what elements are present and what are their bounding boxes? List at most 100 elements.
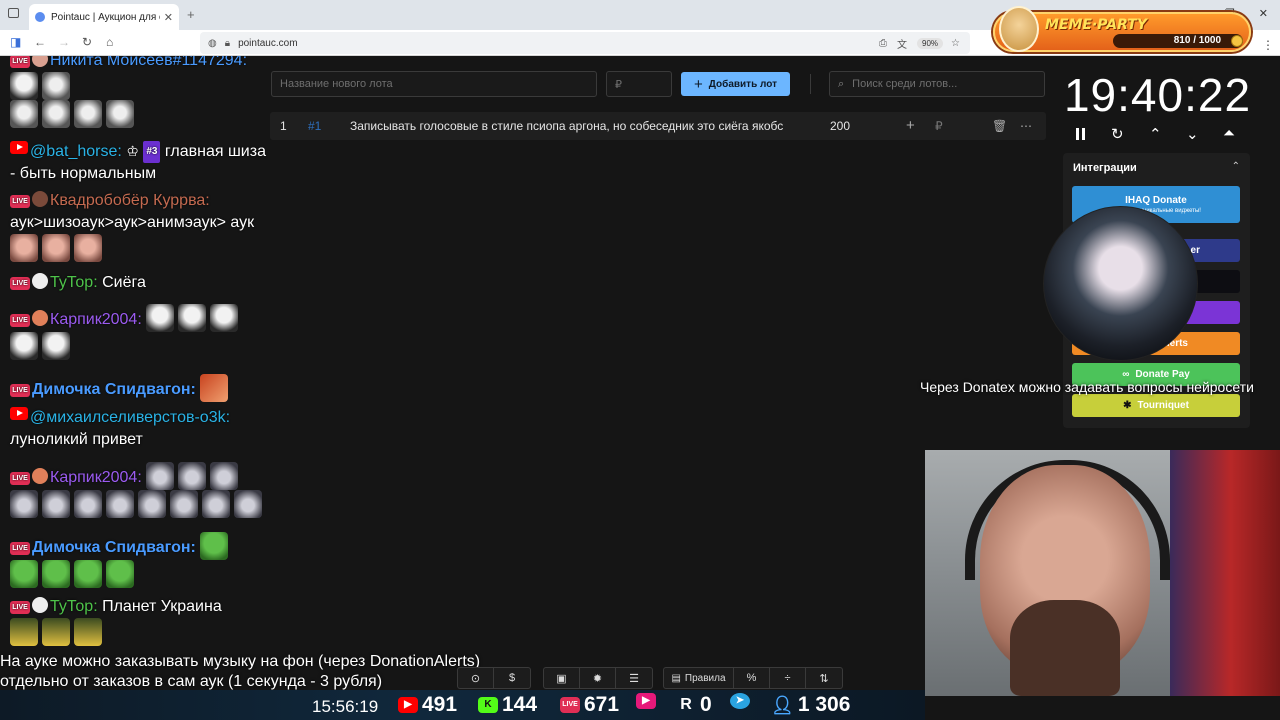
actions-toolbar: ▣ ✹ ☰ — [543, 667, 653, 689]
more-options-icon[interactable]: ⋯ — [1020, 119, 1032, 133]
split-icon[interactable]: ÷ — [770, 668, 806, 688]
emote-icon — [74, 618, 102, 646]
emote-icon — [138, 490, 166, 518]
live-badge-icon: LIVE — [10, 195, 30, 208]
timer-up-icon[interactable]: ⌃ — [1149, 125, 1162, 143]
bookmark-star-icon[interactable]: ☆ — [951, 38, 960, 49]
zoom-level[interactable]: 90% — [917, 37, 944, 49]
address-bar[interactable]: ◍ 🔒︎ pointauc.com ⎙ 文 90% ☆ — [200, 32, 970, 54]
twitch-count: 671 — [584, 693, 620, 716]
kick-icon: K — [478, 697, 498, 713]
new-lot-name-input[interactable]: Название нового лота — [271, 71, 597, 97]
telegram-indicator: ➤ — [730, 693, 750, 709]
wall-flag — [1170, 450, 1280, 696]
play-icon: ▶ — [636, 693, 656, 709]
tab-list-icon[interactable] — [8, 8, 19, 18]
lot-currency-input[interactable]: ₽ — [935, 119, 943, 133]
user-avatar-icon — [32, 468, 48, 484]
browser-tab[interactable]: Pointauc | Аукцион для стрима ✕ — [29, 4, 179, 30]
live-badge-icon: LIVE — [10, 56, 30, 68]
lot-row: 1 #1 Записывать голосовые в стиле псиопа… — [270, 112, 1046, 140]
timer-max-icon[interactable]: ⏶ — [1223, 125, 1235, 142]
close-window-icon[interactable]: ✕ — [1259, 7, 1268, 20]
site-info-icon[interactable]: ◍ — [208, 38, 217, 49]
timer-down-icon[interactable]: ⌄ — [1186, 125, 1199, 143]
percent-icon[interactable]: % — [734, 668, 770, 688]
add-lot-button[interactable]: + Добавить лот — [681, 72, 790, 96]
meme-party-progress: 810 / 1000 — [1113, 34, 1243, 48]
forward-icon[interactable]: → — [58, 35, 70, 49]
rules-button[interactable]: ▤ Правила — [664, 668, 734, 688]
emote-icon — [146, 304, 175, 332]
add-amount-icon[interactable]: + — [906, 117, 915, 134]
trash-icon[interactable]: 🗑︎ — [992, 119, 1007, 133]
clear-icon[interactable]: ☰ — [616, 668, 652, 688]
emote-icon — [10, 234, 38, 262]
emote-icon — [200, 374, 229, 402]
browser-menu-icon[interactable]: ⋮ — [1262, 38, 1274, 52]
emote-icon — [42, 332, 70, 360]
chat-author: Димочка Спидвагон: — [32, 539, 196, 556]
chat-message: LIVE Никита Моисеев#1147294: — [10, 56, 268, 128]
doge-icon — [999, 6, 1039, 52]
kick-count: 144 — [502, 693, 538, 716]
search-placeholder: Поиск среди лотов... — [852, 78, 958, 90]
emote-icon — [10, 618, 38, 646]
bug-icon[interactable]: ✹ — [580, 668, 616, 688]
chat-message: LIVE Димочка Спидвагон: — [10, 374, 268, 402]
rutube-viewers: R 0 — [676, 693, 711, 717]
youtube-icon — [10, 407, 28, 420]
reset-icon[interactable]: ↻ — [1111, 125, 1124, 143]
user-avatar-icon — [32, 56, 48, 67]
user-avatar-icon — [32, 273, 48, 289]
stream-chat: LIVE Никита Моисеев#1147294: @bat_horse: … — [0, 56, 268, 666]
list-icon: ▤ — [671, 672, 681, 684]
emote-icon — [178, 462, 207, 490]
pause-icon[interactable] — [1076, 127, 1088, 144]
live-badge-icon: LIVE — [10, 277, 30, 290]
close-tab-icon[interactable]: ✕ — [164, 11, 173, 24]
emote-icon — [210, 304, 239, 332]
chat-message: LIVE ТуТор: Планет Украина — [10, 596, 268, 646]
new-lot-amount-input[interactable]: ₽ — [606, 71, 672, 97]
translate-icon[interactable]: 文 — [897, 36, 907, 51]
ihaq-label: IHAQ Donate — [1125, 195, 1187, 206]
github-icon[interactable]: ⊙ — [458, 668, 494, 688]
youtube-count: 491 — [422, 693, 458, 716]
emote-icon — [10, 560, 38, 588]
lot-name[interactable]: Записывать голосовые в стиле псиопа арго… — [350, 119, 783, 133]
sort-icon[interactable]: ⇅ — [806, 668, 842, 688]
emote-icon — [106, 490, 134, 518]
chat-text: аук>шизоаук>аук>анимэаук> аук — [10, 214, 255, 231]
plus-icon: + — [694, 75, 703, 93]
chat-message: @bat_horse: ♔ #3 главная шиза - быть нор… — [10, 140, 268, 185]
lot-amount[interactable]: 200 — [830, 119, 850, 133]
emote-icon — [10, 490, 38, 518]
tab-title: Pointauc | Аукцион для стрима — [51, 11, 160, 23]
total-viewers-count: 1 306 — [797, 693, 851, 716]
settings-toolbar: ▤ Правила % ÷ ⇅ — [663, 667, 843, 689]
back-icon[interactable]: ← — [34, 35, 46, 49]
new-tab-icon[interactable]: + — [187, 7, 195, 22]
home-icon[interactable]: ⌂ — [106, 35, 113, 49]
chat-message: LIVE Карпик2004: — [10, 462, 268, 518]
youtube-icon: ▶ — [398, 697, 418, 713]
integrations-title: Интеграции — [1073, 162, 1137, 174]
page-action-icon[interactable]: ⎙ — [879, 38, 887, 49]
collapse-icon[interactable]: ⌃ — [1232, 161, 1240, 172]
chat-message: @михаилселиверстов-o3k: луноликий привет — [10, 407, 268, 451]
emote-icon — [42, 234, 70, 262]
music-caption: На ауке можно заказывать музыку на фон (… — [0, 652, 480, 692]
emote-icon — [200, 532, 229, 560]
lot-index: 1 — [280, 119, 287, 133]
save-icon[interactable]: ▣ — [544, 668, 580, 688]
reload-icon[interactable]: ↻ — [82, 35, 92, 49]
rank-badge: #3 — [143, 141, 161, 163]
chat-author: ТуТор: — [50, 274, 98, 291]
emote-icon — [42, 100, 70, 128]
lot-search-input[interactable]: ⌕ Поиск среди лотов... — [829, 71, 1045, 97]
tourniquet-button[interactable]: ✱ Tourniquet — [1072, 394, 1240, 417]
sidebar-icon[interactable]: ◨ — [10, 35, 21, 49]
donate-icon[interactable]: $ — [494, 668, 530, 688]
user-avatar-icon — [32, 597, 48, 613]
